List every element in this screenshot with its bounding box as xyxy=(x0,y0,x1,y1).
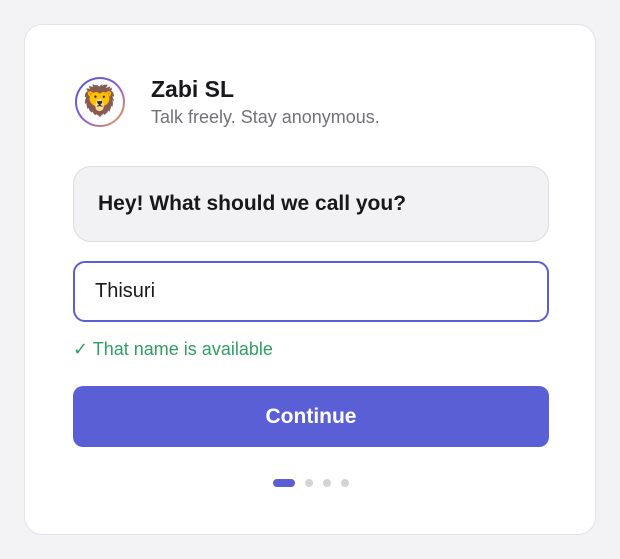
avatar: 🦁 xyxy=(75,77,125,127)
question-bubble: Hey! What should we call you? xyxy=(73,166,549,242)
brand-text: Zabi SL Talk freely. Stay anonymous. xyxy=(151,75,380,129)
step-indicator xyxy=(273,479,359,487)
name-input[interactable] xyxy=(73,261,549,322)
brand-header: 🦁 Zabi SL Talk freely. Stay anonymous. xyxy=(75,75,380,129)
step-dot-4 xyxy=(341,479,349,487)
app-tagline: Talk freely. Stay anonymous. xyxy=(151,107,380,127)
step-dot-2 xyxy=(305,479,313,487)
step-dot-3 xyxy=(323,479,331,487)
step-dot-1 xyxy=(273,479,295,487)
onboarding-card: 🦁 Zabi SL Talk freely. Stay anonymous. H… xyxy=(24,24,596,535)
continue-button[interactable]: Continue xyxy=(73,386,549,447)
app-name: Zabi SL xyxy=(151,76,235,102)
lion-icon: 🦁 xyxy=(77,79,123,125)
availability-message: ✓ That name is available xyxy=(73,339,273,359)
